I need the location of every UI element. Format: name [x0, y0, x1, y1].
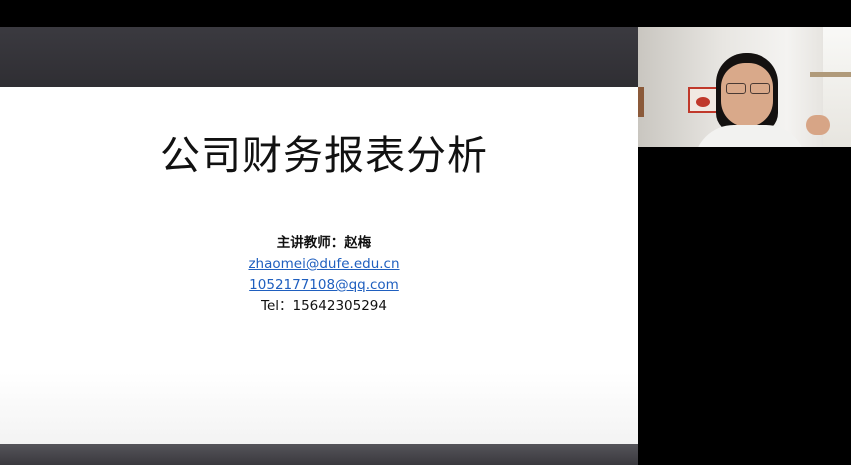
video-screen: 公司财务报表分析 主讲教师：赵梅 zhaomei@dufe.edu.cn 105…	[0, 0, 851, 465]
webcam-video-feed	[638, 27, 851, 147]
presenter-glasses	[723, 83, 771, 94]
empty-video-area	[638, 147, 851, 465]
presenter-body	[694, 125, 806, 147]
presentation-slide: 公司财务报表分析 主讲教师：赵梅 zhaomei@dufe.edu.cn 105…	[0, 87, 638, 444]
background-frame	[638, 87, 644, 117]
telephone-number: Tel：15642305294	[261, 298, 387, 314]
presenter-hand	[806, 115, 830, 135]
email-link-qq[interactable]: 1052177108@qq.com	[0, 275, 648, 296]
slide-bottom-bar	[0, 444, 638, 465]
presenter-face	[721, 63, 773, 127]
slide-title: 公司财务报表分析	[160, 133, 488, 179]
background-shelf	[810, 72, 851, 77]
presenter-info: 主讲教师：赵梅 zhaomei@dufe.edu.cn 1052177108@q…	[0, 233, 648, 317]
presenter-name: 主讲教师：赵梅	[276, 235, 372, 251]
slide-top-bar	[0, 27, 638, 87]
email-link-dufe[interactable]: zhaomei@dufe.edu.cn	[0, 254, 648, 275]
